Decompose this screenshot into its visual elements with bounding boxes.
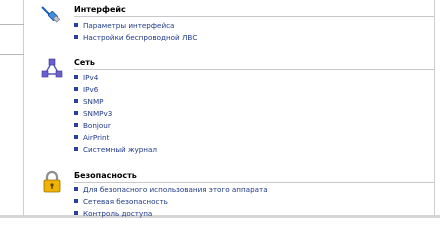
section-divider bbox=[74, 182, 434, 183]
bullet-icon bbox=[74, 123, 78, 127]
bullet-icon bbox=[74, 199, 78, 203]
left-frame bbox=[0, 0, 24, 218]
bullet-icon bbox=[74, 99, 78, 103]
section-title: Безопасность bbox=[74, 171, 137, 180]
bullet-icon bbox=[74, 75, 78, 79]
link-secure-use[interactable]: Для безопасного использования этого аппа… bbox=[74, 185, 268, 195]
bullet-icon bbox=[74, 111, 78, 115]
link-airprint[interactable]: AirPrint bbox=[74, 133, 109, 143]
network-topology-icon bbox=[40, 57, 64, 81]
section-title: Сеть bbox=[74, 58, 95, 67]
link-label[interactable]: Параметры интерфейса bbox=[83, 21, 174, 30]
section-divider bbox=[74, 16, 434, 17]
link-bonjour[interactable]: Bonjour bbox=[74, 121, 111, 131]
bullet-icon bbox=[74, 87, 78, 91]
link-label[interactable]: Настройки беспроводной ЛВС bbox=[83, 33, 197, 42]
bullet-icon bbox=[74, 187, 78, 191]
link-wireless-lan-settings[interactable]: Настройки беспроводной ЛВС bbox=[74, 33, 197, 43]
bullet-icon bbox=[74, 23, 78, 27]
bullet-icon bbox=[74, 135, 78, 139]
bottom-scrollbar[interactable] bbox=[0, 215, 440, 218]
network-cable-icon bbox=[40, 4, 64, 28]
link-snmp[interactable]: SNMP bbox=[74, 97, 103, 107]
section-divider bbox=[74, 69, 434, 70]
link-label[interactable]: Контроль доступа bbox=[83, 209, 152, 218]
link-label[interactable]: SNMP bbox=[83, 97, 103, 106]
link-label[interactable]: AirPrint bbox=[83, 133, 109, 142]
padlock-icon bbox=[40, 170, 64, 194]
link-interface-settings[interactable]: Параметры интерфейса bbox=[74, 21, 174, 31]
bullet-icon bbox=[74, 211, 78, 215]
bullet-icon bbox=[74, 35, 78, 39]
link-label[interactable]: Сетевая безопасность bbox=[83, 197, 168, 206]
left-frame-divider bbox=[0, 54, 24, 55]
link-label[interactable]: IPv6 bbox=[83, 85, 98, 94]
left-frame-divider bbox=[0, 24, 24, 25]
link-system-log[interactable]: Системный журнал bbox=[74, 145, 157, 155]
link-ipv4[interactable]: IPv4 bbox=[74, 73, 98, 83]
link-label[interactable]: Для безопасного использования этого аппа… bbox=[83, 185, 268, 194]
link-access-control[interactable]: Контроль доступа bbox=[74, 209, 152, 219]
link-ipv6[interactable]: IPv6 bbox=[74, 85, 98, 95]
bullet-icon bbox=[74, 147, 78, 151]
right-frame bbox=[434, 0, 440, 218]
link-label[interactable]: Bonjour bbox=[83, 121, 111, 130]
link-snmpv3[interactable]: SNMPv3 bbox=[74, 109, 112, 119]
link-label[interactable]: SNMPv3 bbox=[83, 109, 112, 118]
link-label[interactable]: IPv4 bbox=[83, 73, 98, 82]
link-label[interactable]: Системный журнал bbox=[83, 145, 157, 154]
section-title: Интерфейс bbox=[74, 5, 126, 14]
link-network-security[interactable]: Сетевая безопасность bbox=[74, 197, 168, 207]
